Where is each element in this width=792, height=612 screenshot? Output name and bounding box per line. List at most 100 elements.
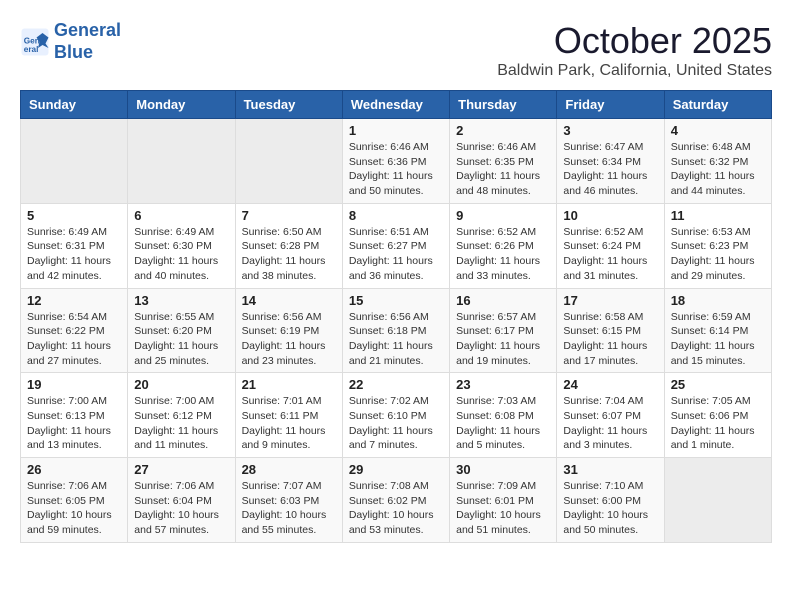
calendar-cell: 7 Sunrise: 6:50 AM Sunset: 6:28 PM Daylig… [235, 203, 342, 288]
day-info: Sunrise: 6:59 AM Sunset: 6:14 PM Dayligh… [671, 310, 765, 369]
calendar-cell: 26Sunrise: 7:06 AM Sunset: 6:05 PM Dayli… [21, 458, 128, 543]
calendar-cell: 21Sunrise: 7:01 AM Sunset: 6:11 PM Dayli… [235, 373, 342, 458]
day-number: 19 [27, 377, 121, 392]
calendar-cell: 5 Sunrise: 6:49 AM Sunset: 6:31 PM Daylig… [21, 203, 128, 288]
calendar-cell: 3Sunrise: 6:47 AM Sunset: 6:34 PM Daylig… [557, 119, 664, 204]
day-number: 17 [563, 293, 657, 308]
calendar-cell: 19Sunrise: 7:00 AM Sunset: 6:13 PM Dayli… [21, 373, 128, 458]
calendar-cell: 18 Sunrise: 6:59 AM Sunset: 6:14 PM Dayli… [664, 288, 771, 373]
weekday-header-cell: Wednesday [342, 91, 449, 119]
day-info: Sunrise: 7:06 AM Sunset: 6:04 PM Dayligh… [134, 479, 228, 538]
calendar-table: SundayMondayTuesdayWednesdayThursdayFrid… [20, 90, 772, 543]
calendar-cell: 27 Sunrise: 7:06 AM Sunset: 6:04 PM Dayli… [128, 458, 235, 543]
calendar-cell: 13 Sunrise: 6:55 AM Sunset: 6:20 PM Dayli… [128, 288, 235, 373]
calendar-cell: 30 Sunrise: 7:09 AM Sunset: 6:01 PM Dayli… [450, 458, 557, 543]
day-number: 13 [134, 293, 228, 308]
calendar-cell: 4 Sunrise: 6:48 AM Sunset: 6:32 PM Daylig… [664, 119, 771, 204]
day-info: Sunrise: 6:58 AM Sunset: 6:15 PM Dayligh… [563, 310, 657, 369]
calendar-cell: 17 Sunrise: 6:58 AM Sunset: 6:15 PM Dayli… [557, 288, 664, 373]
calendar-cell [664, 458, 771, 543]
day-info: Sunrise: 6:48 AM Sunset: 6:32 PM Dayligh… [671, 140, 765, 199]
day-info: Sunrise: 6:49 AM Sunset: 6:31 PM Dayligh… [27, 225, 121, 284]
logo-text: General Blue [54, 20, 121, 63]
day-number: 6 [134, 208, 228, 223]
day-info: Sunrise: 6:56 AM Sunset: 6:19 PM Dayligh… [242, 310, 336, 369]
day-info: Sunrise: 7:03 AM Sunset: 6:08 PM Dayligh… [456, 394, 550, 453]
weekday-header-row: SundayMondayTuesdayWednesdayThursdayFrid… [21, 91, 772, 119]
day-info: Sunrise: 7:05 AM Sunset: 6:06 PM Dayligh… [671, 394, 765, 453]
svg-text:eral: eral [24, 44, 39, 53]
day-info: Sunrise: 7:02 AM Sunset: 6:10 PM Dayligh… [349, 394, 443, 453]
day-number: 28 [242, 462, 336, 477]
calendar-cell: 25 Sunrise: 7:05 AM Sunset: 6:06 PM Dayli… [664, 373, 771, 458]
calendar-cell: 23 Sunrise: 7:03 AM Sunset: 6:08 PM Dayli… [450, 373, 557, 458]
calendar-cell: 2Sunrise: 6:46 AM Sunset: 6:35 PM Daylig… [450, 119, 557, 204]
day-number: 7 [242, 208, 336, 223]
calendar-cell: 8 Sunrise: 6:51 AM Sunset: 6:27 PM Daylig… [342, 203, 449, 288]
calendar-cell [128, 119, 235, 204]
day-number: 8 [349, 208, 443, 223]
day-number: 2 [456, 123, 550, 138]
day-number: 9 [456, 208, 550, 223]
day-info: Sunrise: 6:46 AM Sunset: 6:36 PM Dayligh… [349, 140, 443, 199]
day-info: Sunrise: 7:10 AM Sunset: 6:00 PM Dayligh… [563, 479, 657, 538]
day-info: Sunrise: 7:04 AM Sunset: 6:07 PM Dayligh… [563, 394, 657, 453]
day-info: Sunrise: 6:55 AM Sunset: 6:20 PM Dayligh… [134, 310, 228, 369]
location: Baldwin Park, California, United States [497, 62, 772, 80]
day-number: 16 [456, 293, 550, 308]
day-info: Sunrise: 6:51 AM Sunset: 6:27 PM Dayligh… [349, 225, 443, 284]
day-number: 5 [27, 208, 121, 223]
weekday-header-cell: Friday [557, 91, 664, 119]
day-info: Sunrise: 7:01 AM Sunset: 6:11 PM Dayligh… [242, 394, 336, 453]
day-info: Sunrise: 7:08 AM Sunset: 6:02 PM Dayligh… [349, 479, 443, 538]
month-title: October 2025 [497, 20, 772, 62]
weekday-header-cell: Monday [128, 91, 235, 119]
day-info: Sunrise: 6:50 AM Sunset: 6:28 PM Dayligh… [242, 225, 336, 284]
day-info: Sunrise: 7:00 AM Sunset: 6:12 PM Dayligh… [134, 394, 228, 453]
weekday-header-cell: Sunday [21, 91, 128, 119]
calendar-week-row: 12 Sunrise: 6:54 AM Sunset: 6:22 PM Dayli… [21, 288, 772, 373]
calendar-cell: 20Sunrise: 7:00 AM Sunset: 6:12 PM Dayli… [128, 373, 235, 458]
calendar-week-row: 1 Sunrise: 6:46 AM Sunset: 6:36 PM Daylig… [21, 119, 772, 204]
day-number: 10 [563, 208, 657, 223]
day-number: 12 [27, 293, 121, 308]
calendar-cell: 6 Sunrise: 6:49 AM Sunset: 6:30 PM Daylig… [128, 203, 235, 288]
calendar-week-row: 26Sunrise: 7:06 AM Sunset: 6:05 PM Dayli… [21, 458, 772, 543]
calendar-cell: 11 Sunrise: 6:53 AM Sunset: 6:23 PM Dayli… [664, 203, 771, 288]
calendar-cell: 24 Sunrise: 7:04 AM Sunset: 6:07 PM Dayli… [557, 373, 664, 458]
day-number: 1 [349, 123, 443, 138]
calendar-cell: 12 Sunrise: 6:54 AM Sunset: 6:22 PM Dayli… [21, 288, 128, 373]
calendar-cell: 14 Sunrise: 6:56 AM Sunset: 6:19 PM Dayli… [235, 288, 342, 373]
day-number: 18 [671, 293, 765, 308]
title-block: October 2025 Baldwin Park, California, U… [497, 20, 772, 80]
day-number: 14 [242, 293, 336, 308]
calendar-cell: 22Sunrise: 7:02 AM Sunset: 6:10 PM Dayli… [342, 373, 449, 458]
day-number: 11 [671, 208, 765, 223]
day-info: Sunrise: 6:52 AM Sunset: 6:24 PM Dayligh… [563, 225, 657, 284]
logo: Gen eral General Blue [20, 20, 121, 63]
calendar-cell: 28 Sunrise: 7:07 AM Sunset: 6:03 PM Dayli… [235, 458, 342, 543]
day-number: 15 [349, 293, 443, 308]
day-info: Sunrise: 6:49 AM Sunset: 6:30 PM Dayligh… [134, 225, 228, 284]
day-info: Sunrise: 7:07 AM Sunset: 6:03 PM Dayligh… [242, 479, 336, 538]
day-info: Sunrise: 6:54 AM Sunset: 6:22 PM Dayligh… [27, 310, 121, 369]
day-info: Sunrise: 6:53 AM Sunset: 6:23 PM Dayligh… [671, 225, 765, 284]
calendar-cell: 29 Sunrise: 7:08 AM Sunset: 6:02 PM Dayli… [342, 458, 449, 543]
day-number: 24 [563, 377, 657, 392]
day-number: 3 [563, 123, 657, 138]
day-number: 27 [134, 462, 228, 477]
day-number: 31 [563, 462, 657, 477]
weekday-header-cell: Tuesday [235, 91, 342, 119]
day-info: Sunrise: 6:56 AM Sunset: 6:18 PM Dayligh… [349, 310, 443, 369]
logo-icon: Gen eral [20, 27, 50, 57]
weekday-header-cell: Thursday [450, 91, 557, 119]
calendar-cell: 31 Sunrise: 7:10 AM Sunset: 6:00 PM Dayli… [557, 458, 664, 543]
day-info: Sunrise: 7:09 AM Sunset: 6:01 PM Dayligh… [456, 479, 550, 538]
day-number: 4 [671, 123, 765, 138]
day-number: 23 [456, 377, 550, 392]
calendar-cell: 10 Sunrise: 6:52 AM Sunset: 6:24 PM Dayli… [557, 203, 664, 288]
day-number: 29 [349, 462, 443, 477]
day-number: 25 [671, 377, 765, 392]
calendar-week-row: 19Sunrise: 7:00 AM Sunset: 6:13 PM Dayli… [21, 373, 772, 458]
day-number: 30 [456, 462, 550, 477]
